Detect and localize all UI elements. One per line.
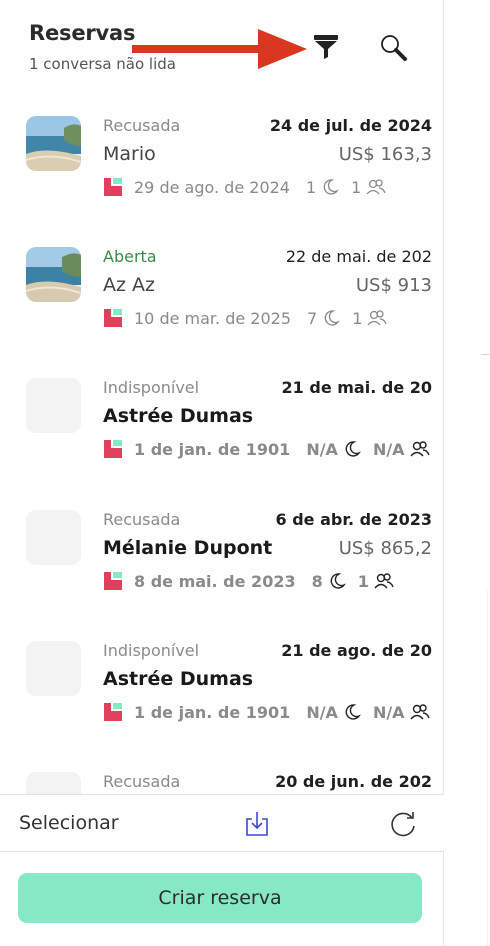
listing-thumbnail xyxy=(26,116,81,171)
checkin-date: 10 de mar. de 2025 xyxy=(134,308,292,328)
reservations-panel: Reservas 1 conversa não lida Recusada 24… xyxy=(0,0,444,946)
guest-name: Mélanie Dupont xyxy=(103,537,273,559)
status-label: Recusada xyxy=(103,116,181,135)
divider xyxy=(481,354,490,355)
guests-count: 1 xyxy=(351,177,362,197)
reservation-date: 20 de jun. de 202 xyxy=(275,772,432,791)
reservation-meta: 1 de jan. de 1901 N/A N/A xyxy=(103,438,430,460)
refresh-button[interactable] xyxy=(386,807,420,841)
listing-thumbnail xyxy=(26,510,81,565)
reservation-row[interactable]: Aberta 22 de mai. de 202 Az Az US$ 913 1… xyxy=(0,247,444,378)
checkin-date: 1 de jan. de 1901 xyxy=(134,439,291,459)
list-toolbar: Selecionar xyxy=(0,794,444,852)
moon-icon xyxy=(324,310,341,326)
select-button[interactable]: Selecionar xyxy=(19,812,119,834)
listing-thumbnail xyxy=(26,641,81,696)
guest-name: Astrée Dumas xyxy=(103,668,254,690)
guests-icon xyxy=(410,704,430,720)
reservation-meta: 8 de mai. de 2023 8 1 xyxy=(103,570,394,592)
guests-count: N/A xyxy=(372,439,405,459)
booking-source-icon xyxy=(104,440,122,458)
booking-source-icon xyxy=(104,572,122,590)
guest-name: Astrée Dumas xyxy=(103,405,254,427)
guests-count: N/A xyxy=(372,702,405,722)
magnifier-icon xyxy=(381,35,407,61)
guests-icon xyxy=(410,441,430,457)
reservation-meta: 1 de jan. de 1901 N/A N/A xyxy=(103,701,430,723)
moon-icon xyxy=(330,573,346,589)
checkin-date: 1 de jan. de 1901 xyxy=(134,702,291,722)
listing-thumbnail xyxy=(26,378,81,433)
status-label: Recusada xyxy=(103,510,181,529)
booking-source-icon xyxy=(104,178,122,196)
reservation-row[interactable]: Recusada 20 de jun. de 202 xyxy=(0,772,444,794)
guest-name: Mario xyxy=(103,143,156,165)
download-icon xyxy=(246,812,268,836)
beach-photo xyxy=(26,116,81,171)
price: US$ 163,3 xyxy=(338,144,432,165)
reservation-row[interactable]: Recusada 24 de jul. de 2024 Mario US$ 16… xyxy=(0,116,444,247)
filter-funnel-icon xyxy=(314,35,338,59)
status-label: Indisponível xyxy=(103,641,200,660)
detail-pane xyxy=(445,0,490,946)
guests-icon xyxy=(367,310,387,326)
reservation-date: 21 de mai. de 20 xyxy=(281,378,432,397)
booking-source-icon xyxy=(104,309,122,327)
nights-count: 8 xyxy=(311,571,323,591)
checkin-date: 8 de mai. de 2023 xyxy=(134,571,296,591)
listing-thumbnail xyxy=(26,247,81,302)
moon-icon xyxy=(345,441,361,457)
reservation-date: 24 de jul. de 2024 xyxy=(269,116,432,135)
checkin-date: 29 de ago. de 2024 xyxy=(134,177,290,197)
guests-icon xyxy=(366,179,386,195)
reservation-date: 22 de mai. de 202 xyxy=(285,247,432,266)
annotation-arrow-icon xyxy=(132,29,307,69)
reservation-date: 6 de abr. de 2023 xyxy=(275,510,433,529)
nights-count: 1 xyxy=(305,177,317,197)
status-label: Aberta xyxy=(103,247,157,266)
divider xyxy=(487,590,488,946)
guests-count: 1 xyxy=(357,571,369,591)
reservation-meta: 29 de ago. de 2024 1 1 xyxy=(103,176,386,198)
filter-button[interactable] xyxy=(306,30,346,62)
status-label: Indisponível xyxy=(103,378,200,397)
reservation-row[interactable]: Indisponível 21 de mai. de 20 Astrée Dum… xyxy=(0,378,444,509)
nights-count: N/A xyxy=(306,702,338,722)
reservation-meta: 10 de mar. de 2025 7 1 xyxy=(103,307,387,329)
status-label: Recusada xyxy=(103,772,181,791)
guest-name: Az Az xyxy=(103,274,155,296)
reservation-row[interactable]: Recusada 6 de abr. de 2023 Mélanie Dupon… xyxy=(0,510,444,641)
nights-count: N/A xyxy=(306,439,338,459)
create-reservation-button[interactable]: Criar reserva xyxy=(18,873,422,923)
price: US$ 865,2 xyxy=(338,538,432,559)
header: Reservas 1 conversa não lida xyxy=(0,0,444,92)
nights-count: 7 xyxy=(307,308,318,328)
page-title: Reservas xyxy=(29,21,136,45)
guests-icon xyxy=(374,573,394,589)
reservation-date: 21 de ago. de 20 xyxy=(281,641,432,660)
search-button[interactable] xyxy=(374,30,414,66)
reservations-list[interactable]: Recusada 24 de jul. de 2024 Mario US$ 16… xyxy=(0,92,444,794)
guests-count: 1 xyxy=(352,308,363,328)
booking-source-icon xyxy=(104,703,122,721)
refresh-icon xyxy=(391,812,415,837)
moon-icon xyxy=(345,704,361,720)
reservation-row[interactable]: Indisponível 21 de ago. de 20 Astrée Dum… xyxy=(0,641,444,772)
beach-photo xyxy=(26,247,81,302)
price: US$ 913 xyxy=(355,275,432,296)
moon-icon xyxy=(323,179,340,195)
download-button[interactable] xyxy=(240,807,274,841)
listing-thumbnail xyxy=(26,772,81,794)
